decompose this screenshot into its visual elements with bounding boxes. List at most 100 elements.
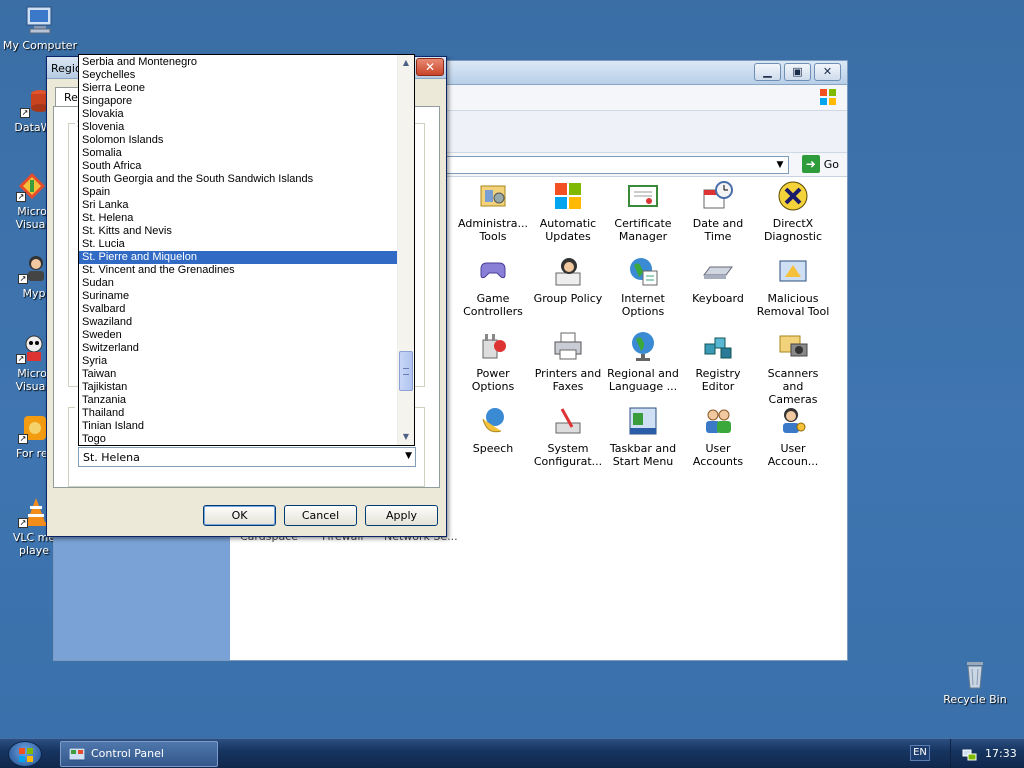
apply-button[interactable]: Apply <box>365 505 438 526</box>
chevron-down-icon: ▼ <box>402 432 410 441</box>
cp-item-date-and-time[interactable]: Date and Time <box>681 180 755 243</box>
computer-icon <box>24 4 56 36</box>
taskbar-item-control-panel[interactable]: Control Panel <box>60 741 218 767</box>
dropdown-item[interactable]: Syria <box>79 355 397 368</box>
dropdown-item[interactable]: Togo <box>79 433 397 445</box>
windows-logo-icon <box>19 748 33 762</box>
dropdown-item[interactable]: Taiwan <box>79 368 397 381</box>
dropdown-item[interactable]: St. Lucia <box>79 238 397 251</box>
location-dropdown-list[interactable]: Serbia and Montenegro Seychelles Sierra Le… <box>78 54 415 446</box>
cp-item-user-accounts-2[interactable]: User Accoun... <box>756 405 830 468</box>
dropdown-item[interactable]: St. Vincent and the Grenadines <box>79 264 397 277</box>
cp-item-registry-editor[interactable]: Registry Editor <box>681 330 755 393</box>
cp-item-keyboard[interactable]: Keyboard <box>681 255 755 305</box>
camera-icon <box>777 330 809 362</box>
ok-button[interactable]: OK <box>203 505 276 526</box>
dropdown-item[interactable]: Slovakia <box>79 108 397 121</box>
start-button[interactable] <box>8 741 42 767</box>
cp-item-scanners-and-cameras[interactable]: Scanners and Cameras <box>756 330 830 406</box>
dropdown-item[interactable]: Sri Lanka <box>79 199 397 212</box>
cp-item-user-accounts[interactable]: User Accounts <box>681 405 755 468</box>
cp-item-label: Group Policy <box>533 292 603 305</box>
dropdown-item[interactable]: Suriname <box>79 290 397 303</box>
recycle-bin-icon <box>959 658 991 690</box>
dropdown-item[interactable]: Slovenia <box>79 121 397 134</box>
dialog-close-button[interactable]: ✕ <box>416 58 444 76</box>
cp-item-game-controllers[interactable]: Game Controllers <box>456 255 530 318</box>
dropdown-item[interactable]: Svalbard <box>79 303 397 316</box>
dropdown-item[interactable]: South Georgia and the South Sandwich Isl… <box>79 173 397 186</box>
visual-app-icon: ↗ <box>16 332 48 364</box>
cp-item-taskbar-and-start-menu[interactable]: Taskbar and Start Menu <box>606 405 680 468</box>
cp-item-power-options[interactable]: Power Options <box>456 330 530 393</box>
dialog-buttons: OK Cancel Apply <box>203 505 438 526</box>
close-icon: ✕ <box>822 65 833 78</box>
removal-tool-icon <box>777 255 809 287</box>
cp-item-speech[interactable]: Speech <box>456 405 530 455</box>
shortcut-arrow-icon: ↗ <box>18 274 28 284</box>
control-panel-icon <box>68 747 86 761</box>
dropdown-item[interactable]: Thailand <box>79 407 397 420</box>
chevron-down-icon: ▼ <box>405 451 412 461</box>
keyboard-icon <box>702 255 734 287</box>
cp-item-administrative-tools[interactable]: Administra... Tools <box>456 180 530 243</box>
dropdown-scrollbar[interactable]: ▲ ▼ <box>397 55 414 445</box>
scroll-down-button[interactable]: ▼ <box>398 429 414 445</box>
registry-cubes-icon <box>702 330 734 362</box>
close-button[interactable]: ✕ <box>814 63 841 81</box>
scroll-up-button[interactable]: ▲ <box>398 55 414 71</box>
dropdown-item[interactable]: Spain <box>79 186 397 199</box>
dropdown-item[interactable]: Serbia and Montenegro <box>79 56 397 69</box>
dropdown-item[interactable]: Singapore <box>79 95 397 108</box>
dropdown-item[interactable]: Swaziland <box>79 316 397 329</box>
chevron-down-icon[interactable]: ▼ <box>773 158 787 172</box>
maximize-button[interactable]: ▣ <box>784 63 811 81</box>
dropdown-item[interactable]: Tajikistan <box>79 381 397 394</box>
dropdown-item[interactable]: St. Pierre and Miquelon <box>79 251 397 264</box>
location-select[interactable]: St. Helena ▼ <box>78 447 416 467</box>
dropdown-item[interactable]: Sweden <box>79 329 397 342</box>
cp-item-label: DirectX Diagnostic <box>763 217 823 243</box>
dropdown-item[interactable]: Switzerland <box>79 342 397 355</box>
dropdown-item[interactable]: Sierra Leone <box>79 82 397 95</box>
cancel-button[interactable]: Cancel <box>284 505 357 526</box>
dropdown-item[interactable]: Tanzania <box>79 394 397 407</box>
users-icon <box>702 405 734 437</box>
desktop-icon-my-computer[interactable]: My Computer <box>0 4 80 52</box>
dropdown-item[interactable]: Tinian Island <box>79 420 397 433</box>
dropdown-item[interactable]: Solomon Islands <box>79 134 397 147</box>
dropdown-item[interactable]: St. Kitts and Nevis <box>79 225 397 238</box>
shortcut-arrow-icon: ↗ <box>18 518 28 528</box>
dropdown-item[interactable]: Seychelles <box>79 69 397 82</box>
desktop-icon-recycle-bin[interactable]: Recycle Bin <box>935 658 1015 706</box>
cp-item-label: Power Options <box>471 367 515 393</box>
minimize-button[interactable]: ▁ <box>754 63 781 81</box>
cp-item-regional-and-language[interactable]: Regional and Language ... <box>606 330 680 393</box>
network-icon[interactable] <box>961 746 977 762</box>
taskbar: Control Panel EN 17:33 <box>0 738 1024 768</box>
cp-item-malicious-removal-tool[interactable]: Malicious Removal Tool <box>756 255 830 318</box>
dropdown-item[interactable]: Somalia <box>79 147 397 160</box>
scroll-thumb[interactable] <box>399 351 413 391</box>
cp-item-label: Taskbar and Start Menu <box>609 442 677 468</box>
cp-item-automatic-updates[interactable]: Automatic Updates <box>531 180 605 243</box>
clock[interactable]: 17:33 <box>985 747 1017 760</box>
cp-item-label: Automatic Updates <box>539 217 597 243</box>
language-indicator[interactable]: EN <box>910 745 930 761</box>
desktop-icon-label: Myp <box>22 287 46 300</box>
dropdown-item[interactable]: Sudan <box>79 277 397 290</box>
cp-item-group-policy[interactable]: Group Policy <box>531 255 605 305</box>
directx-icon <box>777 180 809 212</box>
cp-item-internet-options[interactable]: Internet Options <box>606 255 680 318</box>
cp-item-directx-diagnostic[interactable]: DirectX Diagnostic <box>756 180 830 243</box>
dropdown-item[interactable]: South Africa <box>79 160 397 173</box>
cp-item-certificate-manager[interactable]: Certificate Manager <box>606 180 680 243</box>
power-plug-icon <box>477 330 509 362</box>
desktop-icon-label: Recycle Bin <box>943 693 1007 706</box>
cp-item-printers-and-faxes[interactable]: Printers and Faxes <box>531 330 605 393</box>
cp-item-system-configuration[interactable]: System Configurat... <box>531 405 605 468</box>
go-button[interactable]: ➜ Go <box>801 155 839 173</box>
grip-icon <box>403 368 409 375</box>
dropdown-item[interactable]: St. Helena <box>79 212 397 225</box>
windows-logo-icon <box>819 88 837 106</box>
